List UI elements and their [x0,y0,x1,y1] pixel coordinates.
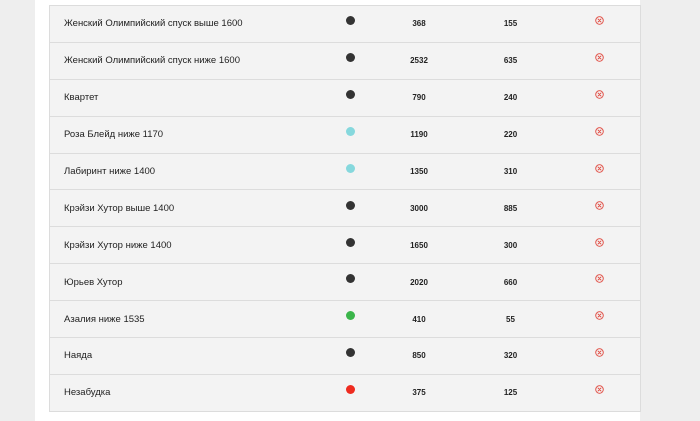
status-dot-black [345,89,355,99]
run-drop: 300 [462,226,559,264]
run-drop: 240 [462,78,559,117]
close-circle-icon[interactable] [595,348,604,357]
close-circle-icon[interactable] [595,237,604,247]
run-name: Азалия ниже 1535 [49,300,324,338]
run-name: Роза Блейд ниже 1170 [49,115,324,154]
table-row: Женский Олимпийский спуск ниже 1600 2532 6… [49,41,641,80]
close-circle-icon[interactable] [595,311,604,321]
table-row: Роза Блейд ниже 1170 1190 220 [49,115,641,154]
status-dot-black [345,348,355,358]
content-panel: Женский Олимпийский спуск выше 1600 368 15… [35,0,641,421]
run-length: 790 [376,78,462,117]
run-length: 410 [376,300,462,338]
run-drop: 320 [462,337,559,375]
table-row: Юрьев Хутор 2020 660 [49,263,641,301]
table-row: Азалия ниже 1535 410 55 [49,300,641,338]
close-circle-icon[interactable] [595,90,604,99]
run-name: Крэйзи Хутор ниже 1400 [49,226,324,264]
close-circle-icon[interactable] [595,200,604,210]
table-row: Крэйзи Хутор выше 1400 3000 885 [49,189,641,227]
run-name: Женский Олимпийский спуск ниже 1600 [49,41,324,80]
run-status-cell [324,115,376,154]
run-drop: 55 [462,300,559,338]
status-dot-black [345,200,355,210]
run-length: 3000 [376,189,462,227]
close-circle-icon[interactable] [595,53,604,62]
row-remove-cell [559,115,641,154]
table-row: Незабудка 375 125 [49,373,641,412]
table-row: Крэйзи Хутор ниже 1400 1650 300 [49,226,641,264]
run-status-cell [324,300,376,338]
row-remove-cell [559,226,641,264]
close-circle-icon[interactable] [595,385,604,394]
run-name: Крэйзи Хутор выше 1400 [49,189,324,227]
run-status-cell [324,373,376,412]
status-dot-black [345,274,355,284]
run-name: Юрьев Хутор [49,263,324,301]
run-length: 2532 [376,41,462,80]
run-status-cell [324,337,376,375]
run-length: 2020 [376,263,462,301]
run-length: 1190 [376,115,462,154]
run-drop: 125 [462,373,559,412]
run-drop: 155 [462,5,559,43]
row-remove-cell [559,5,641,43]
run-name: Квартет [49,78,324,117]
run-status-cell [324,226,376,264]
row-remove-cell [559,152,641,190]
row-remove-cell [559,263,641,301]
table-row: Лабиринт ниже 1400 1350 310 [49,152,641,190]
run-status-cell [324,152,376,190]
row-remove-cell [559,337,641,375]
run-length: 850 [376,337,462,375]
run-length: 1650 [376,226,462,264]
run-drop: 220 [462,115,559,154]
status-dot-green [345,311,355,321]
status-dot-red [345,385,355,395]
row-remove-cell [559,41,641,80]
table-row: Наяда 850 320 [49,337,641,375]
status-dot-black [345,237,355,247]
table-row: Женский Олимпийский спуск выше 1600 368 15… [49,5,641,43]
run-length: 375 [376,373,462,412]
status-dot-light-blue [345,126,355,136]
run-drop: 635 [462,41,559,80]
run-status-cell [324,189,376,227]
close-circle-icon[interactable] [595,127,604,136]
close-circle-icon[interactable] [595,16,604,25]
status-dot-black [345,16,355,26]
run-drop: 310 [462,152,559,190]
run-status-cell [324,263,376,301]
run-status-cell [324,41,376,80]
close-circle-icon[interactable] [595,274,604,284]
status-dot-black [345,53,355,63]
run-name: Лабиринт ниже 1400 [49,152,324,190]
run-name: Женский Олимпийский спуск выше 1600 [49,5,324,43]
ski-runs-table-body: Женский Олимпийский спуск выше 1600 368 15… [49,5,641,412]
close-circle-icon[interactable] [595,164,604,173]
ski-runs-table: Женский Олимпийский спуск выше 1600 368 15… [49,5,641,412]
run-drop: 885 [462,189,559,227]
table-row: Квартет 790 240 [49,78,641,117]
run-status-cell [324,78,376,117]
run-name: Незабудка [49,373,324,412]
run-status-cell [324,5,376,43]
run-length: 368 [376,5,462,43]
status-dot-light-blue [345,163,355,173]
row-remove-cell [559,189,641,227]
row-remove-cell [559,78,641,117]
row-remove-cell [559,300,641,338]
row-remove-cell [559,373,641,412]
run-length: 1350 [376,152,462,190]
run-drop: 660 [462,263,559,301]
run-name: Наяда [49,337,324,375]
